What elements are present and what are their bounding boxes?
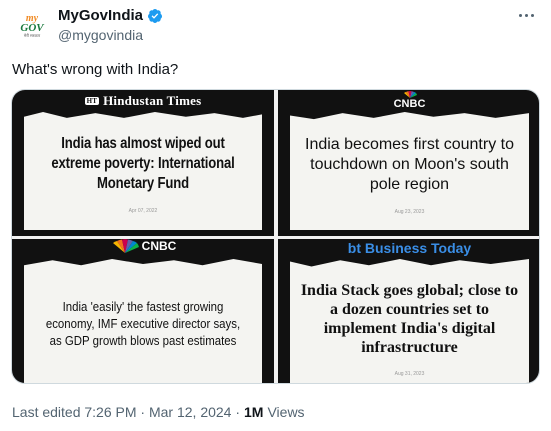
business-today-logo: bt Business Today — [278, 240, 539, 256]
brand-name: Hindustan Times — [103, 93, 202, 108]
news-clipping: India 'easily' the fastest growing econo… — [24, 259, 262, 383]
hindustan-times-logo: HT Hindustan Times — [12, 93, 274, 109]
avatar-text-gov: GOV — [20, 22, 44, 34]
news-clipping: India becomes first country to touchdown… — [290, 112, 529, 230]
avatar-text-tagline: मेरी सरकार — [23, 33, 41, 38]
edited-timestamp[interactable]: Last edited 7:26 PM · Mar 12, 2024 · — [12, 404, 240, 420]
account-handle[interactable]: @mygovindia — [58, 27, 143, 43]
news-clipping: India has almost wiped out extreme pover… — [24, 112, 262, 230]
article-date: Aug 23, 2023 — [394, 209, 425, 215]
media-panel-cnbc-moon[interactable]: CNBC India becomes first country to touc… — [278, 90, 539, 236]
more-options-icon[interactable] — [515, 6, 537, 24]
cnbc-logo: CNBC — [12, 239, 274, 253]
media-panel-cnbc-gdp[interactable]: CNBC India 'easily' the fastest growing … — [12, 239, 274, 383]
views-label: Views — [267, 404, 305, 420]
headline: India becomes first country to touchdown… — [305, 136, 514, 193]
dot-icon — [518, 13, 522, 17]
media-panel-hindustan-times[interactable]: HT Hindustan Times India has almost wiped… — [12, 90, 274, 236]
headline: India Stack goes global; close to a doze… — [300, 282, 519, 356]
dot-icon — [530, 13, 534, 17]
verified-badge-icon — [148, 8, 163, 23]
headline: India has almost wiped out extreme pover… — [51, 135, 235, 192]
cnbc-peacock-icon — [403, 91, 417, 98]
article-date: Apr 07, 2022 — [128, 208, 158, 214]
account-name-row: MyGovIndia — [58, 7, 163, 24]
views-count: 1M — [244, 404, 264, 420]
brand-name: CNBC — [141, 239, 177, 253]
article-date: Aug 31, 2023 — [394, 371, 425, 377]
ht-mark: HT — [84, 97, 100, 105]
bt-mark: bt — [347, 240, 361, 256]
avatar[interactable]: my GOV मेरी सरकार — [12, 6, 52, 46]
media-panel-business-today[interactable]: bt Business Today India Stack goes globa… — [278, 239, 539, 383]
display-name[interactable]: MyGovIndia — [58, 7, 143, 24]
tweet-footer: Last edited 7:26 PM · Mar 12, 2024 · 1M … — [12, 404, 305, 420]
news-clipping: India Stack goes global; close to a doze… — [290, 259, 529, 383]
tweet-media[interactable]: HT Hindustan Times India has almost wiped… — [11, 89, 540, 384]
cnbc-peacock-icon — [112, 239, 139, 253]
brand-name: CNBC — [393, 98, 426, 110]
cnbc-logo: CNBC — [278, 91, 539, 110]
dot-icon — [524, 13, 528, 17]
brand-name: Business Today — [364, 240, 472, 256]
headline: India 'easily' the fastest growing econo… — [45, 298, 241, 348]
tweet-text: What's wrong with India? — [12, 61, 179, 78]
